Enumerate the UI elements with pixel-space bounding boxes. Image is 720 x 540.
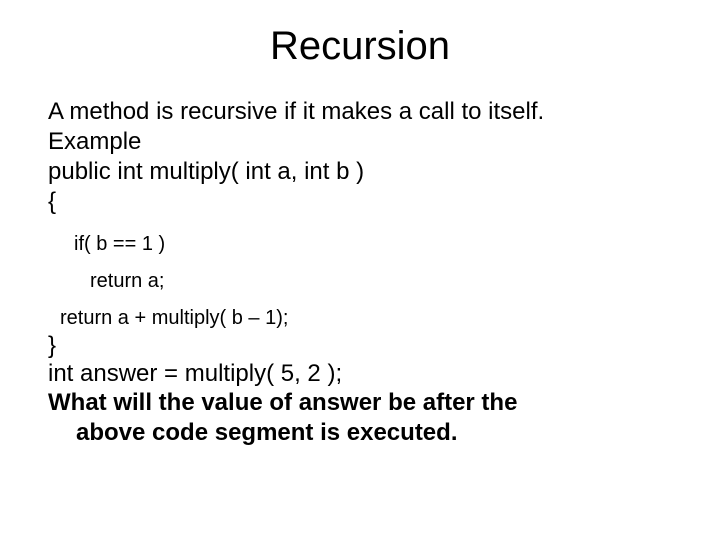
question-line-1: What will the value of answer be after t…	[48, 388, 672, 418]
code-return-recurse: return a + multiply( b – 1);	[48, 307, 672, 330]
method-signature: public int multiply( int a, int b )	[48, 157, 672, 187]
question-line-2: above code segment is executed.	[48, 418, 672, 448]
definition-line: A method is recursive if it makes a call…	[48, 97, 672, 127]
example-label: Example	[48, 127, 672, 157]
open-brace: {	[48, 187, 672, 217]
slide-title: Recursion	[48, 24, 672, 69]
code-if: if( b == 1 )	[48, 233, 672, 256]
close-brace: }	[48, 332, 672, 360]
code-return-a: return a;	[48, 270, 672, 293]
invocation-line: int answer = multiply( 5, 2 );	[48, 360, 672, 388]
